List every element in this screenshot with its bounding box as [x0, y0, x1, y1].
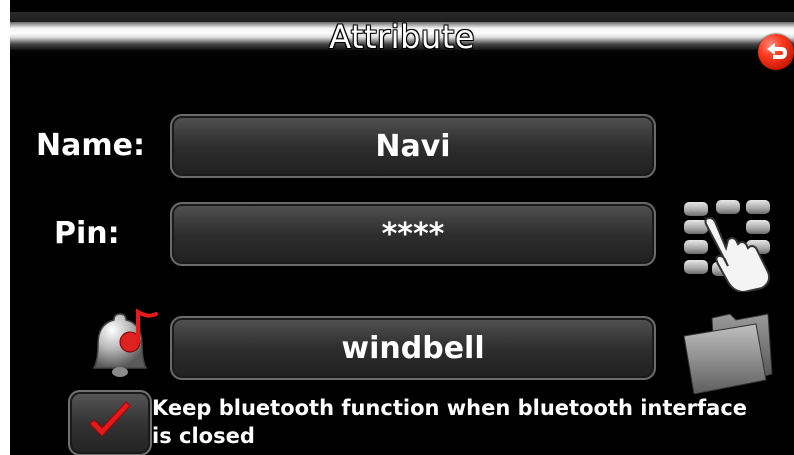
keypad-button[interactable]	[682, 196, 778, 292]
keep-bluetooth-checkbox[interactable]	[68, 390, 152, 455]
page-title: Attribute	[329, 18, 475, 56]
name-label: Name:	[36, 128, 145, 163]
browse-folder-button[interactable]	[682, 310, 778, 395]
ringtone-field[interactable]: windbell	[170, 316, 656, 380]
keep-bluetooth-label: Keep bluetooth function when bluetooth i…	[152, 396, 748, 448]
title-bar: Attribute	[10, 12, 794, 70]
attribute-screen: Attribute Name: Navi Pin: **** windbell …	[10, 0, 794, 455]
folder-icon	[683, 313, 773, 395]
checkmark-icon	[89, 401, 131, 437]
pin-field[interactable]: ****	[170, 202, 656, 266]
pin-label: Pin:	[54, 216, 120, 251]
back-button[interactable]	[758, 34, 794, 70]
ringtone-bell-icon	[80, 300, 164, 384]
back-arrow-icon	[767, 43, 787, 59]
name-field[interactable]: Navi	[170, 114, 656, 178]
